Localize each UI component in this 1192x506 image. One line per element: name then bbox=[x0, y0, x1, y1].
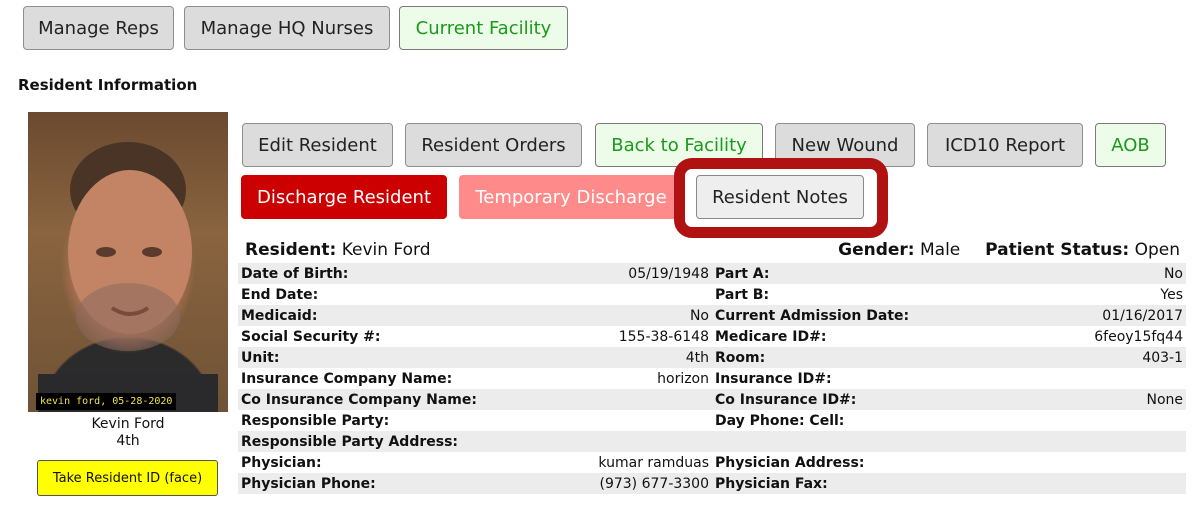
field-label: Responsible Party: bbox=[241, 412, 390, 429]
edit-resident-button[interactable]: Edit Resident bbox=[242, 123, 393, 167]
field-value bbox=[952, 368, 1186, 389]
field-value: Yes bbox=[1160, 286, 1183, 303]
info-row: Date of Birth: 05/19/1948 Part A: No bbox=[238, 263, 1186, 284]
resident-header: Resident: Kevin Ford Gender: Male Patien… bbox=[240, 240, 1186, 262]
field-label: Physician Fax: bbox=[712, 473, 952, 494]
temporary-discharge-button[interactable]: Temporary Discharge bbox=[459, 175, 683, 219]
field-label: Medicaid: bbox=[238, 305, 478, 326]
field-label: Room: bbox=[712, 347, 952, 368]
field-value bbox=[478, 431, 712, 452]
field-label: Social Security #: bbox=[241, 328, 381, 345]
field-value bbox=[952, 473, 1186, 494]
field-value: 4th bbox=[478, 347, 712, 368]
current-facility-button[interactable]: Current Facility bbox=[399, 6, 568, 50]
resident-info-table: Date of Birth: 05/19/1948 Part A: No End Dat… bbox=[238, 263, 1186, 494]
patient-status-label: Patient Status: bbox=[985, 240, 1130, 260]
field-label: Medicare ID#: bbox=[715, 328, 827, 345]
info-row: Co Insurance Company Name: Co Insurance I… bbox=[238, 389, 1186, 410]
field-value bbox=[952, 410, 1186, 431]
field-value bbox=[478, 389, 712, 410]
field-value: 6feoy15fq44 bbox=[1094, 328, 1183, 345]
info-row: Physician: kumar ramduas Physician Address… bbox=[238, 452, 1186, 473]
field-value: 403-1 bbox=[952, 347, 1186, 368]
field-label: Physician Address: bbox=[715, 454, 865, 471]
field-label: Current Admission Date: bbox=[712, 305, 952, 326]
info-row: Responsible Party Address: bbox=[238, 431, 1186, 452]
resident-photo: kevin ford, 05-28-2020 bbox=[28, 112, 228, 412]
new-wound-button[interactable]: New Wound bbox=[775, 123, 915, 167]
resident-label: Resident: bbox=[245, 240, 337, 260]
field-value: No bbox=[952, 263, 1186, 284]
discharge-resident-button[interactable]: Discharge Resident bbox=[241, 175, 447, 219]
field-value bbox=[478, 410, 712, 431]
resident-card-name: Kevin Ford bbox=[91, 416, 165, 432]
back-to-facility-button[interactable]: Back to Facility bbox=[595, 123, 763, 167]
resident-orders-button[interactable]: Resident Orders bbox=[405, 123, 582, 167]
resident-card-unit: 4th bbox=[116, 433, 140, 449]
icd10-report-button[interactable]: ICD10 Report bbox=[927, 123, 1083, 167]
info-row: Social Security #: 155-38-6148 Medicare ID… bbox=[238, 326, 1186, 347]
field-label: Part A: bbox=[712, 263, 952, 284]
info-row: Medicaid: No Current Admission Date: 01/16/… bbox=[238, 305, 1186, 326]
info-row: Unit: 4th Room: 403-1 bbox=[238, 347, 1186, 368]
info-row: Physician Phone: (973) 677-3300 Physician … bbox=[238, 473, 1186, 494]
info-row: End Date: Part B: Yes bbox=[238, 284, 1186, 305]
manage-reps-button[interactable]: Manage Reps bbox=[23, 6, 174, 50]
field-label: Responsible Party Address: bbox=[238, 431, 478, 452]
field-label bbox=[712, 431, 952, 452]
section-title: Resident Information bbox=[18, 76, 198, 94]
manage-hq-nurses-button[interactable]: Manage HQ Nurses bbox=[184, 6, 390, 50]
field-value: None bbox=[952, 389, 1186, 410]
aob-button[interactable]: AOB bbox=[1095, 123, 1166, 167]
field-label: Date of Birth: bbox=[238, 263, 478, 284]
field-label: Co Insurance Company Name: bbox=[238, 389, 478, 410]
field-label: Day Phone: Cell: bbox=[715, 412, 845, 429]
take-resident-id-button[interactable]: Take Resident ID (face) bbox=[37, 460, 218, 496]
field-label: Physician: bbox=[241, 454, 322, 471]
field-value: 155-38-6148 bbox=[618, 328, 709, 345]
resident-notes-button[interactable]: Resident Notes bbox=[696, 175, 864, 219]
resident-face-illustration bbox=[38, 142, 218, 412]
gender-value: Male bbox=[920, 240, 961, 260]
photo-caption: kevin ford, 05-28-2020 bbox=[36, 393, 177, 410]
field-value bbox=[952, 431, 1186, 452]
patient-status-value: Open bbox=[1134, 240, 1180, 260]
field-value: 01/16/2017 bbox=[952, 305, 1186, 326]
field-label: Physician Phone: bbox=[238, 473, 478, 494]
field-label: Insurance Company Name: bbox=[241, 370, 453, 387]
info-row: Responsible Party: Day Phone: Cell: bbox=[238, 410, 1186, 431]
info-row: Insurance Company Name: horizon Insurance … bbox=[238, 368, 1186, 389]
field-label: Unit: bbox=[238, 347, 478, 368]
field-label: Part B: bbox=[715, 286, 770, 303]
field-value: (973) 677-3300 bbox=[478, 473, 712, 494]
gender-label: Gender: bbox=[838, 240, 915, 260]
field-value bbox=[478, 284, 712, 305]
field-label: Insurance ID#: bbox=[715, 370, 832, 387]
field-value: 05/19/1948 bbox=[478, 263, 712, 284]
field-value: kumar ramduas bbox=[598, 454, 709, 471]
field-value: No bbox=[478, 305, 712, 326]
field-value bbox=[952, 452, 1186, 473]
field-value: horizon bbox=[657, 370, 709, 387]
field-label: End Date: bbox=[241, 286, 319, 303]
field-label: Co Insurance ID#: bbox=[712, 389, 952, 410]
resident-name: Kevin Ford bbox=[341, 240, 431, 260]
